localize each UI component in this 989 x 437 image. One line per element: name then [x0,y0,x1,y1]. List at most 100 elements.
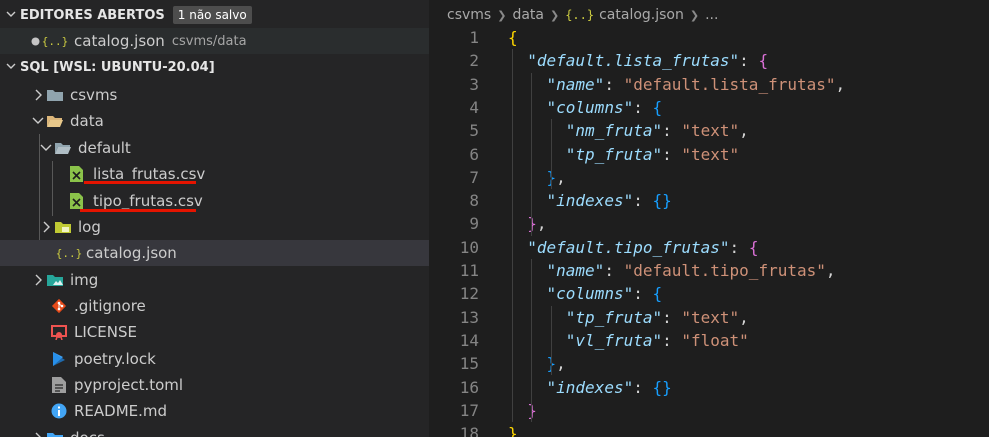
workspace-title: SQL [WSL: UBUNTU-20.04] [20,59,215,75]
code-line[interactable]: 3 "name": "default.lista_frutas", [429,73,989,96]
breadcrumb-item[interactable]: data [512,7,544,23]
tree-item-docs[interactable]: docs [0,425,429,437]
line-number: 1 [469,28,479,47]
code-line[interactable]: 12 "columns": { [429,282,989,305]
editor-pane[interactable]: csvms ❯ data ❯ {..} catalog.json ❯ ... 1… [429,0,989,437]
code-line[interactable]: 13 "tp_fruta": "text", [429,306,989,329]
folder-icon [54,218,72,236]
code-token: : [662,144,682,164]
code-token: : [662,307,682,327]
tree-item-readme[interactable]: README.md [0,398,429,424]
tree-item-pyproject-toml[interactable]: pyproject.toml [0,372,429,398]
code-line[interactable]: 9}, [429,212,989,235]
tree-item-label: pyproject.toml [74,376,184,394]
open-editor-item[interactable]: {..} catalog.json csvms/data [0,28,429,54]
code-token: "float" [681,330,749,350]
code-token: { [508,28,518,47]
tree-item-data[interactable]: data [0,108,429,134]
breadcrumb-item[interactable]: catalog.json [599,7,684,23]
code-token: "name" [546,261,605,280]
code-text: "indexes": {} [547,376,672,399]
code-line[interactable]: 6 "tp_fruta": "text" [429,143,989,166]
code-token: : [739,51,759,71]
tree-item-tipo-frutas-csv[interactable]: tipo_frutas.csv [0,188,429,214]
code-token: "tp_fruta" [565,144,663,164]
code-token: { [748,237,759,257]
chevron-down-icon [2,61,20,74]
code-text: }, [527,212,546,235]
json-icon: {..} [565,8,595,22]
tree-item-default[interactable]: default [0,135,429,161]
tree-item-img[interactable]: img [0,267,429,293]
code-line[interactable]: 17} [429,399,989,422]
code-line[interactable]: 5 "nm_fruta": "text", [429,119,989,142]
tree-item-label: docs [70,429,105,437]
code-token: "text" [681,144,740,164]
line-number: 15 [459,354,479,374]
workspace-header[interactable]: SQL [WSL: UBUNTU-20.04] [0,55,429,79]
line-number: 3 [469,74,479,94]
code-token: : [662,330,682,350]
code-text: "columns": { [547,282,663,305]
red-underline-annotation [84,181,196,184]
code-line[interactable]: 4 "columns": { [429,96,989,119]
code-line[interactable]: 16 "indexes": {} [429,376,989,399]
toml-icon [50,376,68,394]
license-icon [50,323,68,341]
code-line[interactable]: 10 "default.tipo_frutas": { [429,236,989,259]
chevron-right-icon [30,87,46,103]
code-line[interactable]: 1{ [429,26,989,49]
code-token: {} [652,377,672,397]
chevron-down-icon [38,140,54,156]
tree-item-gitignore[interactable]: .gitignore [0,293,429,319]
code-token: : [633,97,653,117]
tree-item-label: LICENSE [74,323,137,341]
code-line[interactable]: 8 "indexes": {} [429,189,989,212]
code-token: "indexes" [546,191,634,211]
code-token: "columns" [546,284,634,304]
code-line[interactable]: 7}, [429,166,989,189]
code-token: "tp_fruta" [565,307,663,327]
code-token: : [633,377,653,397]
tree-item-catalog-json[interactable]: {..} catalog.json [0,240,429,266]
code-line[interactable]: 14 "vl_fruta": "float" [429,329,989,352]
folder-icon [46,86,64,104]
breadcrumb-item[interactable]: csvms [447,7,491,23]
code-token: : [604,74,624,94]
code-text: } [508,422,518,437]
breadcrumb-item[interactable]: ... [705,7,718,23]
tree-item-poetry-lock[interactable]: poetry.lock [0,346,429,372]
tree-item-license[interactable]: LICENSE [0,319,429,345]
code-line[interactable]: 15}, [429,352,989,375]
code-token: { [758,51,769,71]
tree-item-lista-frutas-csv[interactable]: lista_frutas.csv [0,161,429,187]
line-number: 17 [459,400,479,420]
line-number: 2 [469,51,479,71]
open-editors-header[interactable]: EDITORES ABERTOS 1 não salvo [0,3,429,27]
tree-item-csvms[interactable]: csvms [0,82,429,108]
indent-guide [531,259,533,423]
indent-guide [512,49,513,423]
line-number: 10 [459,237,479,257]
code-token: , [739,121,749,141]
code-line[interactable]: 18} [429,422,989,437]
code-text: "default.lista_frutas": { [527,49,768,72]
code-text: }, [547,166,566,189]
code-text: "columns": { [547,96,663,119]
csv-icon [69,165,83,183]
unsaved-badge: 1 não salvo [172,6,252,24]
code-line[interactable]: 2 "default.lista_frutas": { [429,49,989,72]
unsaved-dot-icon[interactable] [28,37,42,46]
json-icon: {..} [41,34,69,48]
code-line[interactable]: 11 "name": "default.tipo_frutas", [429,259,989,282]
code-token: , [825,261,836,280]
folder-open-icon [54,139,72,157]
lock-icon [50,350,68,368]
code-token: { [652,97,663,117]
json-icon: {..} [55,246,83,260]
code-token: : [604,261,624,280]
code-token: "text" [681,121,740,141]
tree-item-log[interactable]: log [0,214,429,240]
tree-item-label: tipo_frutas.csv [93,192,203,210]
code-token: "default.lista_frutas" [623,74,836,94]
